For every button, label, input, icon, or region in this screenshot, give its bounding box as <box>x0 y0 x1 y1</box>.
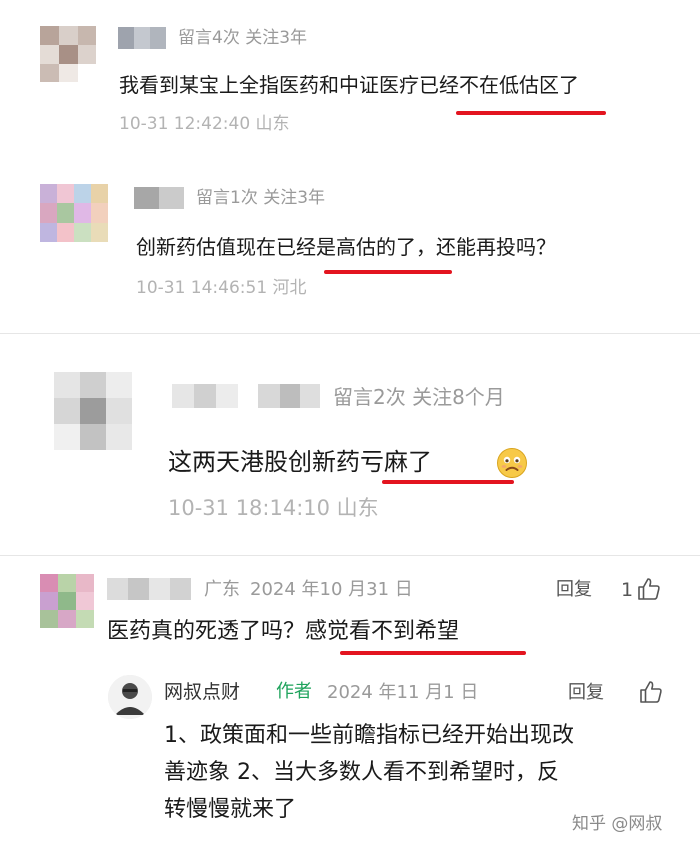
section-divider <box>0 333 700 334</box>
comment-text: 这两天港股创新药亏麻了 <box>168 448 432 476</box>
comment-text: 医药真的死透了吗？感觉看不到希望 <box>107 616 459 648</box>
comment-meta: 留言1次 关注3年 <box>196 188 326 208</box>
highlight-underline <box>324 270 452 274</box>
sad-emoji-icon <box>496 447 528 479</box>
author-badge: 作者 <box>276 681 312 702</box>
highlight-underline <box>340 651 526 655</box>
avatar[interactable] <box>40 26 96 82</box>
comment-text: 我看到某宝上全指医药和中证医疗已经不在低估区了 <box>119 73 579 97</box>
username-blurred[interactable] <box>118 27 166 49</box>
author-name[interactable]: 网叔点财 <box>164 679 240 705</box>
watermark: 知乎 @网叔 <box>572 814 663 834</box>
highlight-underline <box>382 480 514 484</box>
thumbs-up-icon[interactable] <box>636 576 662 602</box>
username-blurred[interactable] <box>172 384 320 408</box>
reply-date: 2024 年11 月1 日 <box>327 682 479 703</box>
section-divider <box>0 555 700 556</box>
thumbs-up-icon[interactable] <box>638 679 664 705</box>
avatar[interactable] <box>40 184 108 242</box>
author-avatar[interactable] <box>108 675 152 719</box>
avatar[interactable] <box>54 372 132 450</box>
comment-text-plain: 医药真的死透了吗？ <box>107 619 306 644</box>
reply-text-line: 1、政策面和一些前瞻指标已经开始出现改 <box>164 723 574 748</box>
comment-meta: 留言4次 关注3年 <box>178 28 308 48</box>
comment-time: 10-31 18:14:10 山东 <box>168 496 379 520</box>
reply-button[interactable]: 回复 <box>568 681 604 705</box>
username-blurred[interactable] <box>107 578 191 600</box>
comment-text-highlight: 感觉看不到希望 <box>305 619 460 644</box>
reply-text-line: 转慢慢就来了 <box>164 797 297 822</box>
comment-location: 广东 <box>204 579 240 600</box>
avatar[interactable] <box>40 574 94 628</box>
reply-button[interactable]: 回复 <box>556 578 592 602</box>
comment-date: 2024 年10 月31 日 <box>250 579 413 600</box>
comment-time: 10-31 14:46:51 河北 <box>136 278 307 298</box>
comment-time: 10-31 12:42:40 山东 <box>119 114 290 134</box>
highlight-underline <box>456 111 606 115</box>
reply-text-line: 善迹象 2、当大多数人看不到希望时，反 <box>164 760 559 785</box>
username-blurred[interactable] <box>134 187 184 209</box>
comment-text: 创新药估值现在已经是高估的了，还能再投吗？ <box>136 235 556 259</box>
comment-meta: 留言2次 关注8个月 <box>333 385 505 409</box>
like-count: 1 <box>621 579 634 601</box>
